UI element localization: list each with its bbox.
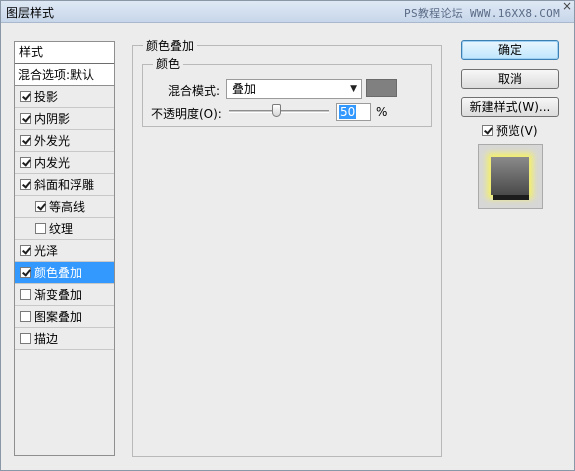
style-item-checkbox[interactable] bbox=[20, 135, 31, 146]
style-item[interactable]: 斜面和浮雕 bbox=[15, 174, 114, 196]
blend-options-item[interactable]: 混合选项:默认 bbox=[15, 64, 114, 86]
style-item[interactable]: 渐变叠加 bbox=[15, 284, 114, 306]
style-item-label: 光泽 bbox=[34, 243, 59, 258]
watermark-text: PS教程论坛 WWW.16XX8.COM bbox=[404, 7, 560, 20]
layer-style-dialog: 图层样式 PS教程论坛 WWW.16XX8.COM × 样式 混合选项:默认 投… bbox=[0, 0, 575, 471]
style-item-checkbox[interactable] bbox=[20, 113, 31, 124]
preview-label: 预览(V) bbox=[496, 124, 538, 138]
style-item[interactable]: 纹理 bbox=[15, 218, 114, 240]
style-item-label: 外发光 bbox=[34, 133, 71, 148]
color-overlay-group-title: 颜色叠加 bbox=[143, 37, 198, 54]
style-item-label: 图案叠加 bbox=[34, 309, 83, 324]
style-item-checkbox[interactable] bbox=[20, 179, 31, 190]
close-icon[interactable]: × bbox=[562, 0, 572, 13]
style-item-label: 等高线 bbox=[49, 199, 86, 214]
style-item-label: 内发光 bbox=[34, 155, 71, 170]
style-item-checkbox[interactable] bbox=[20, 333, 31, 344]
style-item-checkbox[interactable] bbox=[20, 245, 31, 256]
preview-square bbox=[491, 157, 529, 195]
color-subgroup-title: 颜色 bbox=[153, 55, 184, 72]
style-item-label: 描边 bbox=[34, 331, 59, 346]
ok-button[interactable]: 确定 bbox=[461, 40, 559, 60]
style-item-label: 纹理 bbox=[49, 221, 74, 236]
style-item-label: 投影 bbox=[34, 89, 59, 104]
new-style-button[interactable]: 新建样式(W)... bbox=[461, 97, 559, 117]
title-bar[interactable]: 图层样式 PS教程论坛 WWW.16XX8.COM × bbox=[1, 0, 574, 23]
dialog-title: 图层样式 bbox=[6, 6, 55, 20]
style-item-checkbox[interactable] bbox=[35, 201, 46, 212]
opacity-value: 50 bbox=[339, 105, 357, 119]
style-item-label: 斜面和浮雕 bbox=[34, 177, 95, 192]
preview-check-icon[interactable] bbox=[482, 125, 493, 136]
opacity-input[interactable]: 50 bbox=[336, 103, 371, 121]
style-item-checkbox[interactable] bbox=[35, 223, 46, 234]
style-item-label: 内阴影 bbox=[34, 111, 71, 126]
preview-shadow bbox=[493, 195, 529, 200]
opacity-slider-thumb[interactable] bbox=[272, 104, 281, 117]
blend-mode-label: 混合模式: bbox=[168, 84, 221, 98]
style-item-checkbox[interactable] bbox=[20, 289, 31, 300]
style-item[interactable]: 光泽 bbox=[15, 240, 114, 262]
preview-checkbox[interactable]: 预览(V) bbox=[482, 122, 538, 139]
style-item[interactable]: 内发光 bbox=[15, 152, 114, 174]
style-item[interactable]: 外发光 bbox=[15, 130, 114, 152]
blend-mode-select[interactable]: 叠加 ▼ bbox=[226, 79, 362, 99]
style-item[interactable]: 投影 bbox=[15, 86, 114, 108]
style-item[interactable]: 描边 bbox=[15, 328, 114, 350]
style-item-checkbox[interactable] bbox=[20, 267, 31, 278]
cancel-button[interactable]: 取消 bbox=[461, 69, 559, 89]
style-item-label: 渐变叠加 bbox=[34, 287, 83, 302]
overlay-color-swatch[interactable] bbox=[366, 79, 397, 97]
style-item[interactable]: 颜色叠加 bbox=[15, 262, 114, 284]
style-item[interactable]: 内阴影 bbox=[15, 108, 114, 130]
style-item-checkbox[interactable] bbox=[20, 157, 31, 168]
blend-mode-value: 叠加 bbox=[232, 82, 257, 96]
opacity-unit: % bbox=[376, 105, 388, 119]
style-preview-thumbnail bbox=[478, 144, 543, 209]
opacity-label: 不透明度(O): bbox=[151, 107, 222, 121]
style-item-label: 颜色叠加 bbox=[34, 265, 83, 280]
chevron-down-icon: ▼ bbox=[350, 84, 357, 94]
style-item[interactable]: 图案叠加 bbox=[15, 306, 114, 328]
style-item[interactable]: 等高线 bbox=[15, 196, 114, 218]
style-list-header[interactable]: 样式 bbox=[15, 42, 114, 64]
style-item-checkbox[interactable] bbox=[20, 91, 31, 102]
style-list: 样式 混合选项:默认 投影内阴影外发光内发光斜面和浮雕等高线纹理光泽颜色叠加渐变… bbox=[14, 41, 115, 456]
style-item-checkbox[interactable] bbox=[20, 311, 31, 322]
